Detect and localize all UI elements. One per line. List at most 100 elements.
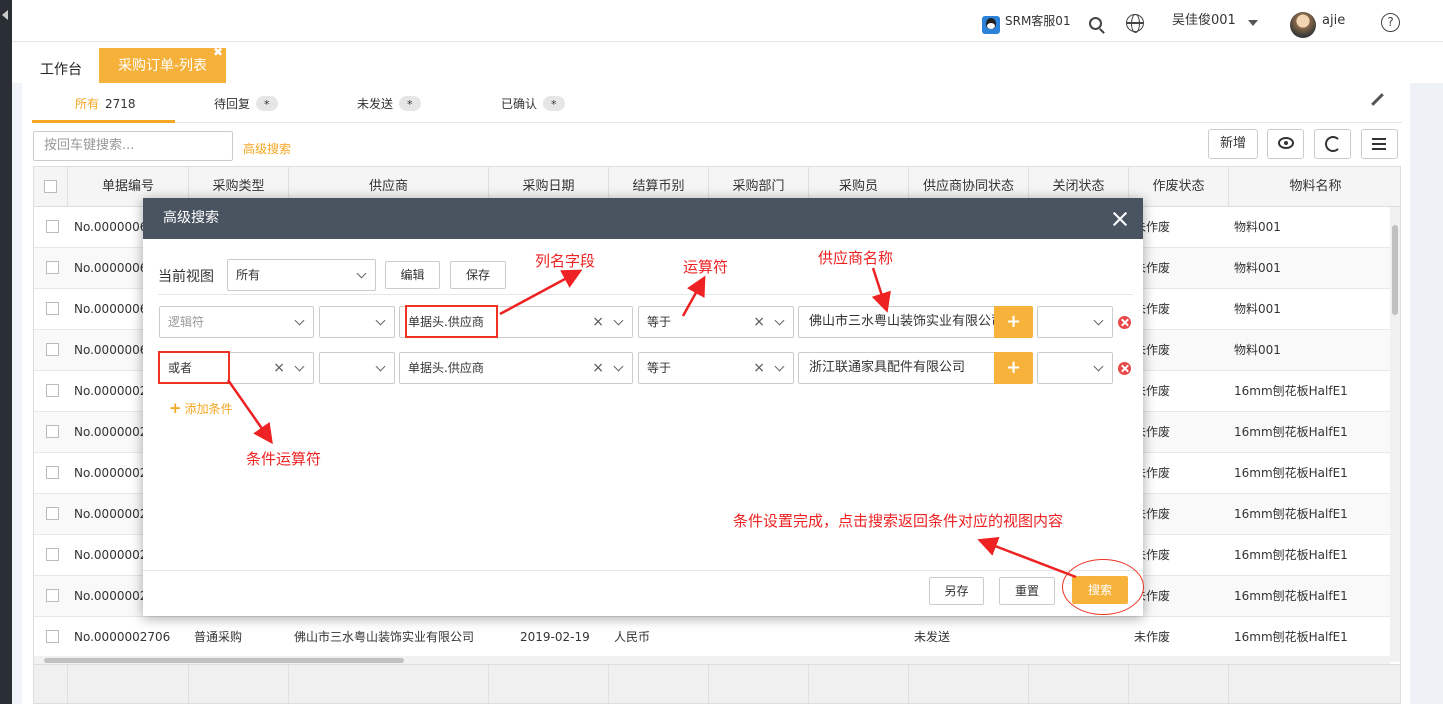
plus-button[interactable]: + <box>994 352 1033 384</box>
clear-icon[interactable]: × <box>753 307 765 337</box>
divider <box>143 570 1143 571</box>
annotation-operator: 运算符 <box>683 258 729 276</box>
bracket-select[interactable] <box>319 352 395 384</box>
left-rail[interactable] <box>0 0 12 704</box>
highlight-field-box <box>405 305 498 338</box>
operator-select[interactable]: 等于 × <box>638 352 794 384</box>
chevron-down-icon <box>774 361 785 372</box>
view-select[interactable]: 所有 <box>227 259 376 291</box>
reset-button[interactable]: 重置 <box>999 577 1055 605</box>
chevron-down-icon <box>375 315 386 326</box>
value-input[interactable]: 浙江联通家具配件有限公司 <box>798 352 994 384</box>
bracket-close-select[interactable] <box>1037 306 1113 338</box>
tab-pending-reply[interactable]: 待回复 * <box>214 95 278 112</box>
remove-condition-icon[interactable] <box>1118 316 1131 329</box>
dialog-header: 高级搜索 <box>143 198 1143 239</box>
row-checkbox[interactable] <box>46 425 59 438</box>
horizontal-scrollbar[interactable] <box>34 656 1390 664</box>
clear-icon[interactable]: × <box>592 307 604 337</box>
user-menu[interactable]: 吴佳俊001 <box>1172 0 1236 42</box>
chevron-down-icon <box>613 315 624 326</box>
clear-icon[interactable]: × <box>273 353 285 383</box>
plus-button[interactable]: + <box>994 306 1033 338</box>
footer-cell <box>809 665 909 703</box>
vertical-scrollbar[interactable] <box>1390 207 1400 662</box>
row-checkbox[interactable] <box>46 589 59 602</box>
cell-currency: 人民币 <box>614 630 651 644</box>
row-checkbox[interactable] <box>46 384 59 397</box>
tab-label: 未发送 <box>357 97 394 111</box>
tab-all-label: 所有 <box>75 97 100 111</box>
footer-cell <box>34 665 68 703</box>
tab-purchase-order-list[interactable]: 采购订单-列表 ✖ <box>99 46 226 83</box>
chevron-down-icon <box>774 315 785 326</box>
row-checkbox[interactable] <box>46 343 59 356</box>
advanced-search-link[interactable]: 高级搜索 <box>243 140 291 157</box>
view-select-value: 所有 <box>236 268 261 282</box>
cell-material: 16mm刨花板HalfE1 <box>1234 630 1348 644</box>
dialog-title: 高级搜索 <box>163 210 219 226</box>
active-tab-underline <box>32 120 175 123</box>
chevron-down-icon <box>613 361 624 372</box>
header-select-all[interactable] <box>34 167 68 207</box>
edit-button[interactable]: 编辑 <box>385 261 440 289</box>
save-as-button[interactable]: 另存 <box>929 577 984 605</box>
search-icon[interactable] <box>1089 17 1102 30</box>
remove-condition-icon[interactable] <box>1118 362 1131 375</box>
tab-workbench[interactable]: 工作台 <box>40 59 82 79</box>
operator-value: 等于 <box>647 361 672 375</box>
row-checkbox[interactable] <box>46 302 59 315</box>
field-select[interactable]: 单据头.供应商 × <box>399 352 633 384</box>
menu-button[interactable] <box>1361 129 1398 159</box>
right-gutter <box>1410 83 1443 704</box>
collapse-arrow-icon[interactable] <box>2 10 8 20</box>
bracket-close-select[interactable] <box>1037 352 1113 384</box>
tab-unsent[interactable]: 未发送 * <box>357 95 421 112</box>
scroll-thumb[interactable] <box>1392 225 1398 315</box>
search-input[interactable]: 按回车键搜索... <box>33 131 233 161</box>
tab-all[interactable]: 所有 2718 <box>75 95 136 112</box>
chevron-down-icon <box>356 268 367 279</box>
advanced-search-dialog: 高级搜索 当前视图 所有 编辑 保存 逻辑符 单据头.供应商 × 等于 × 佛山市三… <box>143 198 1143 616</box>
row-checkbox[interactable] <box>46 220 59 233</box>
save-button[interactable]: 保存 <box>450 261 506 289</box>
close-icon[interactable] <box>1113 212 1127 226</box>
column-header[interactable]: 作废状态 <box>1129 167 1229 207</box>
tab-label: 采购订单-列表 <box>117 58 208 74</box>
row-checkbox[interactable] <box>46 261 59 274</box>
clear-icon[interactable]: × <box>753 353 765 383</box>
row-checkbox[interactable] <box>46 507 59 520</box>
qq-icon[interactable] <box>982 16 1000 34</box>
add-condition-link[interactable]: + 添加条件 <box>169 399 233 417</box>
column-header[interactable]: 物料名称 <box>1229 167 1400 207</box>
close-icon[interactable]: ✖ <box>213 46 223 58</box>
field-value: 单据头.供应商 <box>408 361 484 375</box>
help-icon[interactable]: ? <box>1381 13 1400 32</box>
tab-all-count: 2718 <box>105 97 136 111</box>
account-name[interactable]: ajie <box>1322 0 1345 42</box>
tab-confirmed[interactable]: 已确认 * <box>501 95 565 112</box>
service-link[interactable]: SRM客服01 <box>1005 0 1071 42</box>
value-input[interactable]: 佛山市三水粤山装饰实业有限公司 <box>798 306 994 338</box>
globe-icon[interactable] <box>1126 14 1144 33</box>
row-checkbox[interactable] <box>46 630 59 643</box>
scroll-thumb[interactable] <box>44 658 404 663</box>
avatar[interactable] <box>1290 12 1316 38</box>
checkbox[interactable] <box>44 180 57 193</box>
logic-select[interactable]: 逻辑符 <box>159 306 314 338</box>
new-button[interactable]: 新增 <box>1208 129 1258 159</box>
pencil-icon[interactable] <box>1370 93 1384 107</box>
bracket-select[interactable] <box>319 306 395 338</box>
operator-select[interactable]: 等于 × <box>638 306 794 338</box>
clear-icon[interactable]: × <box>592 353 604 383</box>
refresh-button[interactable] <box>1314 129 1351 159</box>
view-button[interactable] <box>1267 129 1304 159</box>
footer-cell <box>489 665 609 703</box>
row-checkbox[interactable] <box>46 548 59 561</box>
left-gutter <box>12 83 22 704</box>
annotation-condition-operator: 条件运算符 <box>246 450 322 468</box>
chevron-down-icon[interactable] <box>1248 20 1258 26</box>
cell-material: 16mm刨花板HalfE1 <box>1234 425 1348 439</box>
row-checkbox[interactable] <box>46 466 59 479</box>
table-row[interactable]: No.0000002706 普通采购 佛山市三水粤山装饰实业有限公司 2019-02-… <box>34 617 1390 658</box>
